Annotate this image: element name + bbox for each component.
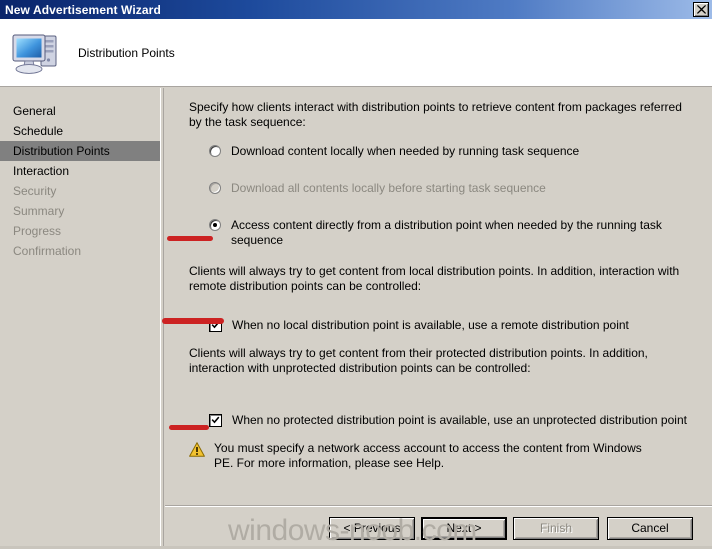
annotation-mark-checkbox-unprotected [169,425,209,430]
page-title: Distribution Points [78,45,175,60]
radio-access-directly-label: Access content directly from a distribut… [231,218,662,247]
radio-option-download-when-needed[interactable]: Download content locally when needed by … [209,144,692,159]
radio-option-download-all-before-start: Download all contents locally before sta… [209,181,692,196]
sidebar-item-schedule[interactable]: Schedule [0,121,160,141]
title-bar: New Advertisement Wizard [0,0,712,19]
checkbox-unprotected-dp[interactable] [209,414,222,427]
sidebar-item-confirmation: Confirmation [13,244,82,258]
sidebar-item-distribution-points[interactable]: Distribution Points [0,141,160,161]
radio-option-access-directly[interactable]: Access content directly from a distribut… [209,218,692,248]
close-icon [696,5,706,14]
finish-button: Finish [513,516,599,540]
radio-download-when-needed[interactable] [209,145,221,157]
button-bar: < Previous Next > Finish Cancel [165,507,712,549]
window-title: New Advertisement Wizard [5,2,161,17]
radio-access-directly[interactable] [209,219,221,231]
next-button[interactable]: Next > [421,516,507,540]
previous-button[interactable]: < Previous [329,516,415,540]
annotation-mark-checkbox-remote [162,318,224,324]
warning-message: You must specify a network access accoun… [189,441,659,471]
sidebar-item-security: Security [13,184,57,198]
sidebar-item-progress: Progress [13,224,62,238]
content-pane: Specify how clients interact with distri… [162,88,712,549]
intro-text: Specify how clients interact with distri… [189,100,682,129]
wizard-window: New Advertisement Wizard Distribution Po… [0,0,712,549]
close-button[interactable] [693,2,709,17]
sidebar-item-general[interactable]: General [0,101,160,121]
sidebar-item-interaction[interactable]: Interaction [0,161,160,181]
annotation-mark-radio [167,236,213,241]
radio-download-all-before-start [209,182,221,194]
warning-triangle-icon [189,442,205,457]
wizard-steps-sidebar: General Schedule Distribution Points Int… [0,88,161,549]
radio-download-when-needed-label: Download content locally when needed by … [231,144,580,158]
cancel-button[interactable]: Cancel [607,516,693,540]
warning-text: You must specify a network access accoun… [214,441,642,470]
header-banner: Distribution Points [0,19,712,87]
computer-icon [8,28,64,78]
dialog-body: General Schedule Distribution Points Int… [0,88,712,549]
checkbox-option-remote-dp[interactable]: When no local distribution point is avai… [209,318,692,333]
checkbox-unprotected-dp-label: When no protected distribution point is … [232,413,687,427]
local-distribution-paragraph: Clients will always try to get content f… [189,264,680,293]
protected-distribution-paragraph: Clients will always try to get content f… [189,346,648,375]
radio-download-all-before-start-label: Download all contents locally before sta… [231,181,546,195]
checkbox-remote-dp-label: When no local distribution point is avai… [232,318,629,332]
checkbox-option-unprotected-dp[interactable]: When no protected distribution point is … [209,413,692,428]
sidebar-item-summary: Summary [13,204,65,218]
